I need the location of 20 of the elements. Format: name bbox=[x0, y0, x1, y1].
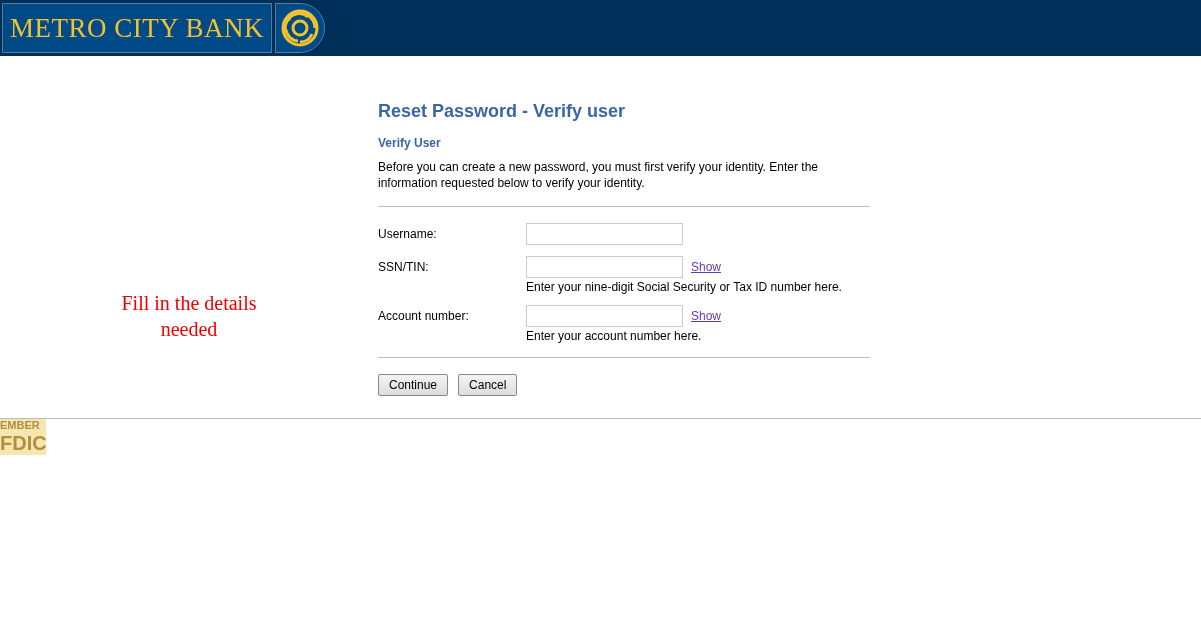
bank-name: METRO CITY BANK bbox=[10, 12, 264, 44]
form-button[interactable]: Cancel bbox=[458, 374, 518, 396]
badge-text: FDIC bbox=[0, 432, 46, 454]
show-link[interactable]: Show bbox=[691, 260, 722, 274]
field-hint: Enter your account number here. bbox=[526, 329, 703, 343]
badge-text: EMBER bbox=[0, 419, 41, 432]
input-field[interactable] bbox=[526, 256, 683, 278]
input-field[interactable] bbox=[526, 223, 683, 245]
form-button[interactable]: Continue bbox=[378, 374, 449, 396]
annotation-text: Fill in the details needed bbox=[120, 291, 258, 342]
field-hint: Enter your nine-digit Social Security or Tax ID number here. bbox=[526, 280, 842, 294]
intro-text: Before you can create a new password, you must first verify your identity. Enter the information requested below to verify your identity. bbox=[378, 159, 819, 191]
section-heading: Verify User bbox=[378, 136, 442, 150]
field-label: SSN/TIN: bbox=[378, 259, 430, 276]
swirl-logo-icon bbox=[275, 3, 325, 53]
field-label: Account number: bbox=[378, 308, 470, 325]
field-label: Username: bbox=[378, 226, 438, 243]
input-field[interactable] bbox=[526, 305, 683, 327]
show-link[interactable]: Show bbox=[691, 309, 722, 323]
page-title: Reset Password - Verify user bbox=[378, 100, 627, 122]
